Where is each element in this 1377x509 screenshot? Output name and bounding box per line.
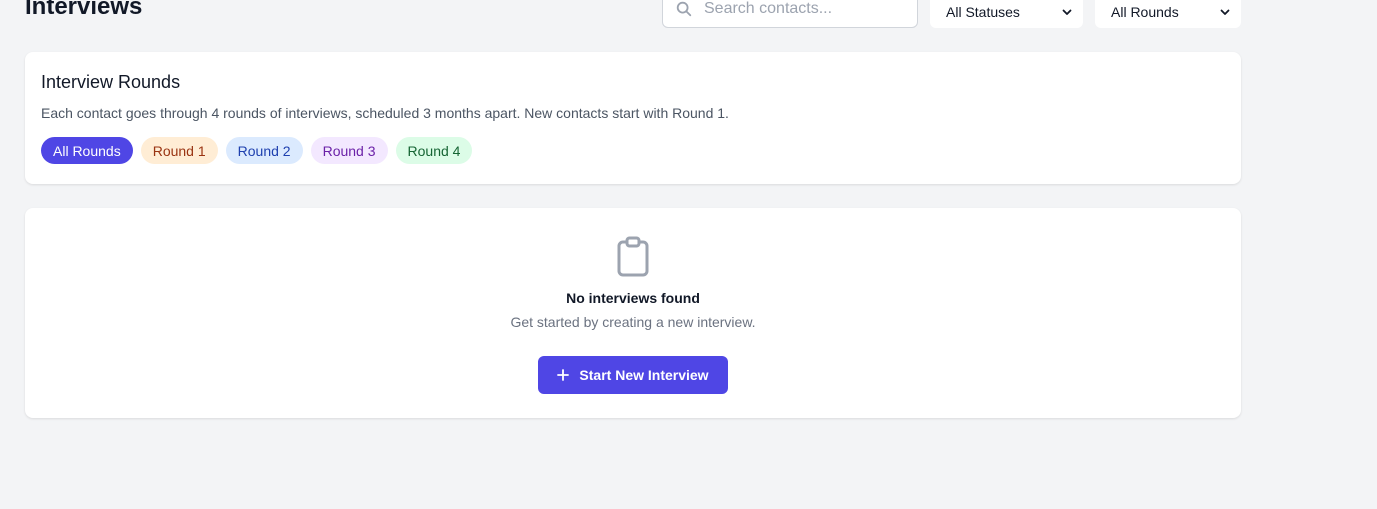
search-box[interactable] — [662, 0, 918, 28]
chevron-down-icon — [1220, 9, 1230, 15]
interviews-page: Interviews All Statuses All Rounds Inter… — [0, 0, 1377, 509]
status-filter-select[interactable]: All Statuses — [930, 0, 1083, 28]
plus-icon — [557, 369, 570, 381]
clipboard-icon — [617, 236, 649, 277]
rounds-card-title: Interview Rounds — [41, 72, 181, 92]
start-new-interview-button[interactable]: Start New Interview — [538, 356, 728, 394]
page-title: Interviews — [25, 0, 143, 20]
round-chip-3[interactable]: Round 3 — [310, 137, 388, 164]
empty-state-card: No interviews found Get started by creat… — [25, 208, 1241, 418]
search-icon — [676, 1, 692, 17]
round-filter-select[interactable]: All Rounds — [1095, 0, 1241, 28]
empty-state-title: No interviews found — [566, 290, 700, 306]
round-chip-group: All Rounds Round 1 Round 2 Round 3 Round… — [41, 137, 1225, 164]
start-new-interview-label: Start New Interview — [579, 367, 709, 383]
empty-state-subtitle: Get started by creating a new interview. — [510, 314, 756, 330]
interview-rounds-card: Interview Rounds Each contact goes throu… — [25, 52, 1241, 184]
status-filter-value: All Statuses — [946, 4, 1020, 20]
chevron-down-icon — [1062, 9, 1072, 15]
round-filter-value: All Rounds — [1111, 4, 1179, 20]
rounds-card-description: Each contact goes through 4 rounds of in… — [41, 105, 729, 121]
round-chip-1[interactable]: Round 1 — [140, 137, 218, 164]
search-input[interactable] — [704, 0, 904, 27]
round-chip-all[interactable]: All Rounds — [41, 137, 133, 164]
round-chip-4[interactable]: Round 4 — [395, 137, 473, 164]
round-chip-2[interactable]: Round 2 — [225, 137, 303, 164]
